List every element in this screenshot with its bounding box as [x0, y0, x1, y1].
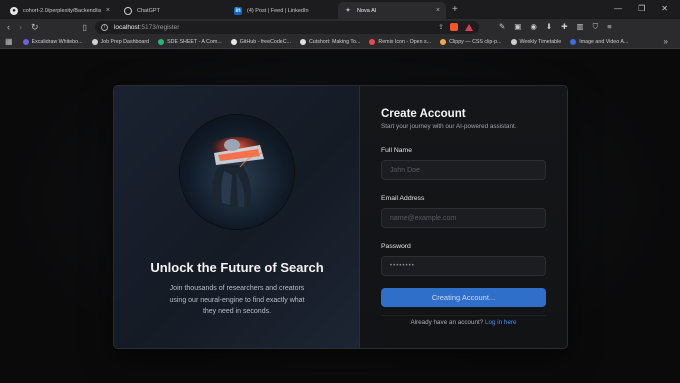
- window-controls: — ❐ ✕: [614, 0, 680, 17]
- tab-strip: ● cohort-2.0/perplexity/Backend/src/c...…: [0, 0, 680, 19]
- tab-title: cohort-2.0/perplexity/Backend/src/c...: [23, 7, 101, 14]
- brave-shields-icon[interactable]: [449, 23, 458, 31]
- login-prompt: Already have an account? Log in here: [360, 319, 567, 326]
- tab-title: ChatGPT: [137, 7, 160, 14]
- bookmark-label: GitHub - freeCodeC...: [239, 38, 291, 45]
- email-input[interactable]: name@example.com: [381, 208, 546, 228]
- close-window-icon[interactable]: ✕: [661, 4, 668, 13]
- register-form: Create Account Start your journey with o…: [360, 86, 567, 348]
- login-link[interactable]: Log in here: [485, 319, 517, 326]
- cutshort-icon: [299, 38, 306, 45]
- globe-icon: [91, 38, 98, 45]
- address-bar[interactable]: i localhost :5173/register ⇪: [94, 20, 479, 34]
- bookmark-item[interactable]: Weekly Timetable: [510, 38, 562, 45]
- remix-icon: [369, 38, 376, 45]
- bookmark-label: Clippy — CSS clip-p...: [449, 38, 502, 45]
- bookmark-icon[interactable]: ▯: [83, 23, 87, 32]
- hero-panel: Unlock the Future of Search Join thousan…: [114, 86, 360, 348]
- maximize-icon[interactable]: ❐: [638, 4, 645, 13]
- apps-grid-icon[interactable]: ▦: [5, 37, 13, 46]
- clippy-icon: [440, 38, 447, 45]
- bookmark-label: SDE SHEET - A Com...: [167, 38, 222, 45]
- bookmark-item[interactable]: GitHub - freeCodeC...: [230, 38, 291, 45]
- vpn-icon[interactable]: ⛉: [593, 22, 599, 32]
- form-subtitle: Start your journey with our AI-powered a…: [381, 123, 517, 130]
- minimize-icon[interactable]: —: [614, 4, 622, 13]
- bookmark-item[interactable]: SDE SHEET - A Com...: [158, 38, 222, 45]
- email-label: Email Address: [381, 195, 425, 202]
- chatgpt-icon: [124, 6, 132, 15]
- github-icon: ●: [10, 6, 18, 15]
- close-tab-icon[interactable]: ×: [106, 7, 110, 14]
- menu-icon[interactable]: ≡: [607, 22, 611, 32]
- back-icon[interactable]: ‹: [7, 22, 10, 33]
- browser-tab-active[interactable]: ✦ Nova AI ×: [338, 2, 446, 19]
- browser-tab[interactable]: ● cohort-2.0/perplexity/Backend/src/c...…: [4, 2, 116, 19]
- page-content: Unlock the Future of Search Join thousan…: [0, 50, 680, 383]
- reload-icon[interactable]: ↻: [31, 22, 39, 33]
- bookmark-label: Image and Video A...: [579, 38, 629, 45]
- puzzle-icon[interactable]: ✚: [561, 22, 567, 32]
- share-icon[interactable]: ⇪: [438, 23, 444, 31]
- full-name-input[interactable]: John Doe: [381, 160, 546, 180]
- globe-icon: [510, 38, 517, 45]
- browser-toolbar: ‹ › ↻ ▯ i localhost :5173/register ⇪ ✎ ▣…: [0, 19, 680, 35]
- extension-icon[interactable]: ◉: [530, 22, 537, 32]
- pen-icon[interactable]: ✎: [499, 22, 505, 32]
- bookmark-item[interactable]: Cutshort: Making To...: [299, 38, 361, 45]
- more-bookmarks-icon[interactable]: »: [664, 37, 668, 46]
- create-account-button[interactable]: Creating Account...: [381, 288, 546, 307]
- password-input[interactable]: ••••••••: [381, 256, 546, 276]
- login-prompt-text: Already have an account?: [410, 319, 484, 326]
- nova-icon: ✦: [345, 8, 351, 14]
- bookmark-item[interactable]: Remix Icon - Open s...: [369, 38, 432, 45]
- bookmark-label: Cutshort: Making To...: [308, 38, 361, 45]
- forward-icon[interactable]: ›: [19, 22, 22, 33]
- wallet-icon[interactable]: ▣: [514, 22, 521, 32]
- url-host: localhost: [113, 23, 140, 31]
- sde-sheet-icon: [158, 38, 165, 45]
- form-title: Create Account: [381, 108, 466, 120]
- password-label: Password: [381, 243, 411, 250]
- excalidraw-icon: [22, 38, 29, 45]
- hero-description: Join thousands of researchers and creato…: [169, 285, 305, 315]
- linkedin-icon: in: [234, 6, 242, 15]
- bookmark-label: Remix Icon - Open s...: [378, 38, 432, 45]
- new-tab-button[interactable]: +: [452, 4, 458, 15]
- sidebar-icon[interactable]: ▥: [576, 22, 583, 32]
- browser-tab[interactable]: in (4) Post | Feed | LinkedIn: [228, 2, 336, 19]
- bookmark-item[interactable]: Clippy — CSS clip-p...: [440, 38, 502, 45]
- bookmark-item[interactable]: Job Prep Dashboard: [91, 38, 150, 45]
- bookmarks-bar: ▦ Excalidraw Whitebo... Job Prep Dashboa…: [0, 35, 680, 49]
- divider: [381, 315, 546, 316]
- github-icon: [230, 38, 237, 45]
- info-icon: [570, 38, 577, 45]
- url-path: :5173/register: [139, 23, 180, 31]
- register-card: Unlock the Future of Search Join thousan…: [113, 85, 568, 349]
- tab-title: Nova AI: [357, 7, 377, 14]
- bookmark-label: Excalidraw Whitebo...: [31, 38, 83, 45]
- close-tab-icon[interactable]: ×: [436, 7, 440, 14]
- bookmark-label: Weekly Timetable: [519, 38, 562, 45]
- hero-illustration: [180, 115, 294, 229]
- hero-title: Unlock the Future of Search: [150, 260, 324, 275]
- download-icon[interactable]: ⬇: [546, 22, 552, 32]
- bookmark-item[interactable]: Image and Video A...: [570, 38, 629, 45]
- full-name-label: Full Name: [381, 147, 412, 154]
- bookmark-item[interactable]: Excalidraw Whitebo...: [22, 38, 83, 45]
- astronaut-illustration: [207, 137, 267, 207]
- bookmark-label: Job Prep Dashboard: [100, 38, 150, 45]
- browser-tab[interactable]: ChatGPT: [118, 2, 226, 19]
- tab-title: (4) Post | Feed | LinkedIn: [247, 7, 309, 14]
- site-info-icon[interactable]: i: [100, 23, 108, 31]
- brave-rewards-icon[interactable]: [464, 23, 473, 31]
